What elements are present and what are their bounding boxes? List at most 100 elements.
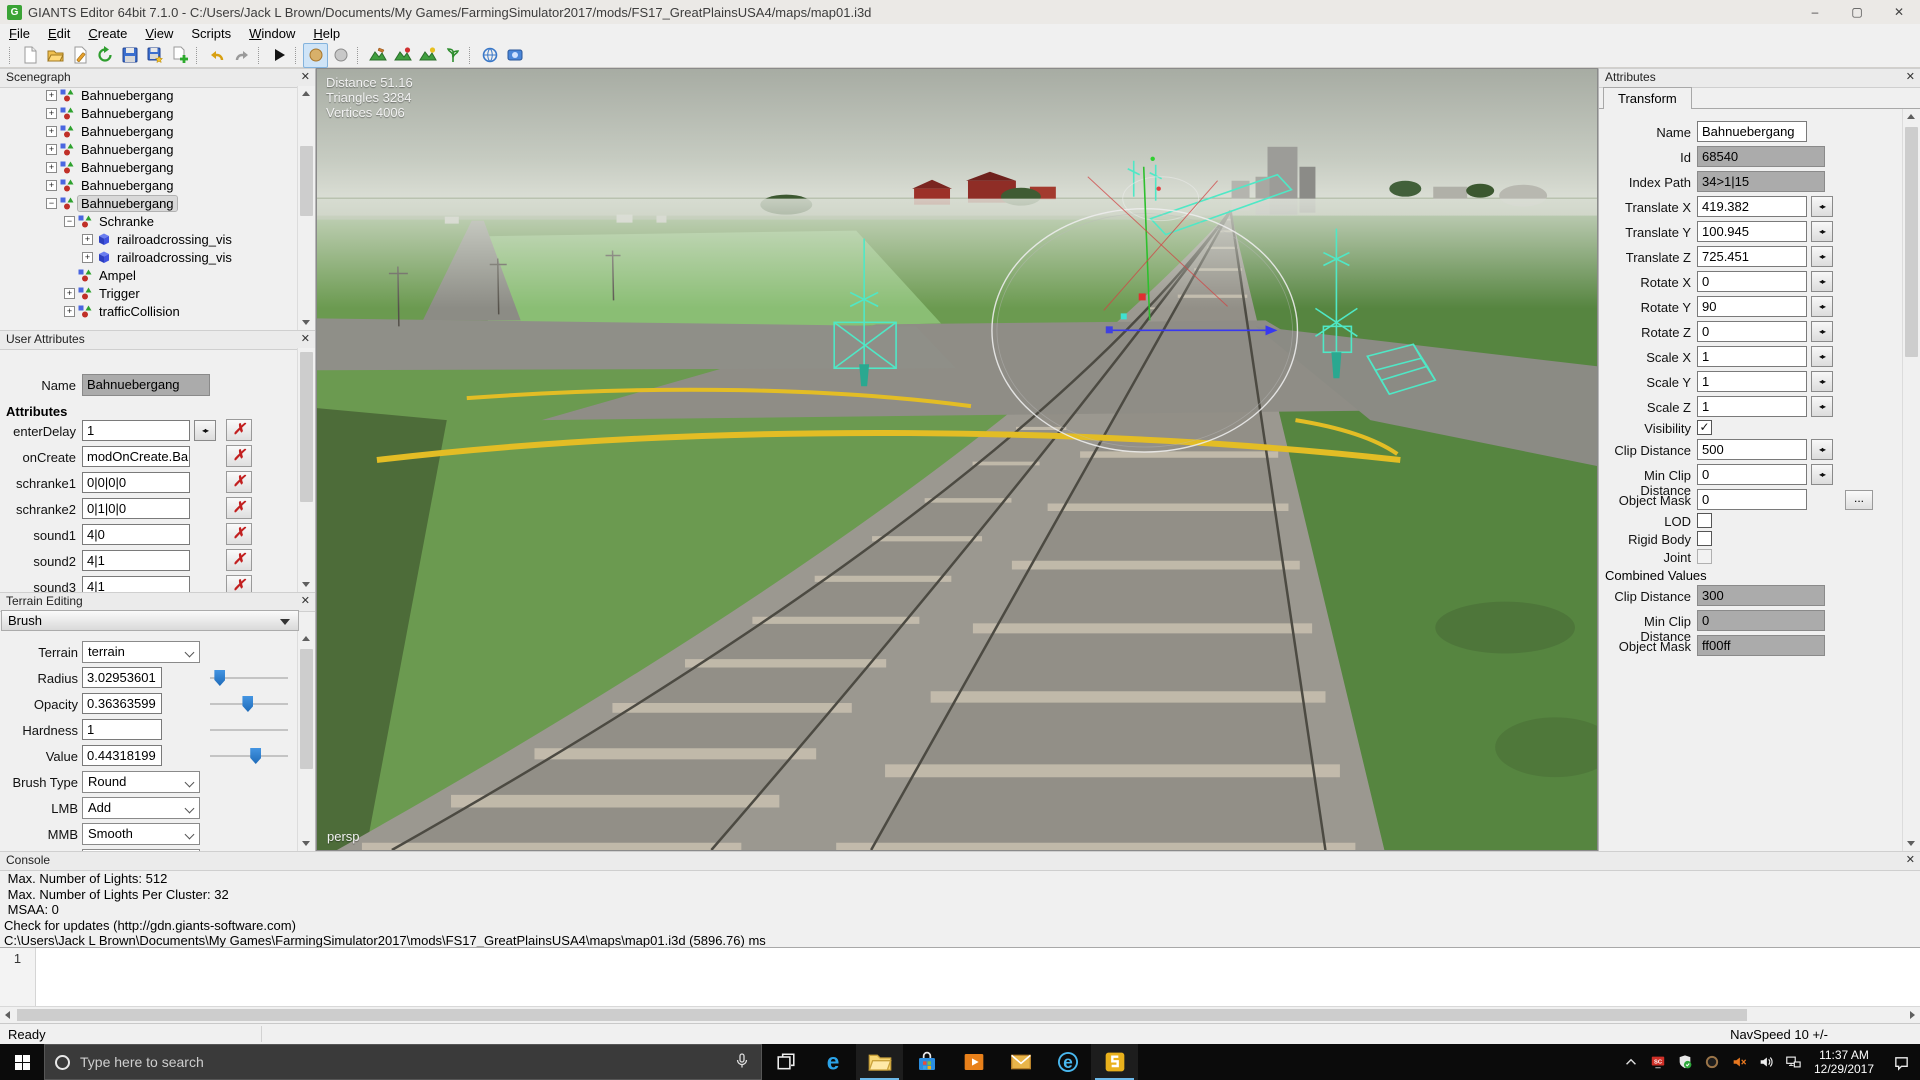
scenegraph-node-schranke[interactable]: −Schranke xyxy=(0,212,298,230)
attr-field-onCreate[interactable]: modOnCreate.Bahr xyxy=(82,446,190,467)
scenegraph-scrollbar[interactable] xyxy=(297,86,315,330)
field-name[interactable]: Bahnuebergang xyxy=(1697,121,1807,142)
settings-globe-button[interactable] xyxy=(477,43,502,68)
new-file-button[interactable] xyxy=(17,43,42,68)
input-hardness[interactable]: 1 xyxy=(82,719,162,740)
delete-attribute-button[interactable]: ✗ xyxy=(226,523,252,545)
maximize-button[interactable]: ▢ xyxy=(1836,0,1878,24)
delete-attribute-button[interactable]: ✗ xyxy=(226,549,252,571)
redo-button[interactable] xyxy=(229,43,254,68)
select-mmb[interactable]: Smooth xyxy=(82,823,200,845)
checkbox-joint[interactable] xyxy=(1697,549,1712,564)
expand-plus-icon[interactable]: + xyxy=(46,90,57,101)
menu-create[interactable]: Create xyxy=(79,24,136,43)
field-translate-y[interactable]: 100.945 xyxy=(1697,221,1807,242)
edit-script-button[interactable] xyxy=(67,43,92,68)
spinner-scale-z[interactable]: ◂▸ xyxy=(1811,396,1833,417)
tab-transform[interactable]: Transform xyxy=(1603,87,1692,109)
tray-network[interactable] xyxy=(1779,1054,1806,1070)
close-icon[interactable]: ✕ xyxy=(301,332,310,345)
delete-attribute-button[interactable]: ✗ xyxy=(226,497,252,519)
scenegraph-node-railroadcrossing_vis[interactable]: +railroadcrossing_vis xyxy=(0,248,298,266)
scenegraph-node-trafficcollision[interactable]: +trafficCollision xyxy=(0,302,298,320)
action-center-button[interactable] xyxy=(1882,1054,1920,1071)
field-rotate-y[interactable]: 90 xyxy=(1697,296,1807,317)
close-icon[interactable]: ✕ xyxy=(1906,70,1915,83)
tray-defender-shield[interactable] xyxy=(1671,1054,1698,1070)
console-hscrollbar[interactable] xyxy=(0,1006,1920,1023)
spinner-translate-y[interactable]: ◂▸ xyxy=(1811,221,1833,242)
terrain-scrollbar[interactable] xyxy=(297,631,315,851)
spinner-clip-distance[interactable]: ◂▸ xyxy=(1811,439,1833,460)
field-clip-distance[interactable]: 500 xyxy=(1697,439,1807,460)
field-scale-z[interactable]: 1 xyxy=(1697,396,1807,417)
scenegraph-node-ampel[interactable]: Ampel xyxy=(0,266,298,284)
tray-volume[interactable] xyxy=(1752,1054,1779,1070)
checkbox-lod[interactable] xyxy=(1697,513,1712,528)
attr-field-schranke1[interactable]: 0|0|0|0 xyxy=(82,472,190,493)
terrain-detail-button[interactable] xyxy=(440,43,465,68)
field-min-clip-distance[interactable]: 0 xyxy=(1697,464,1807,485)
open-file-button[interactable] xyxy=(42,43,67,68)
terrain-foliage-button[interactable] xyxy=(415,43,440,68)
delete-attribute-button[interactable]: ✗ xyxy=(226,575,252,592)
tray-muted-speaker[interactable] xyxy=(1725,1054,1752,1070)
attr-field-enterDelay[interactable]: 1 xyxy=(82,420,190,441)
spinner-scale-y[interactable]: ◂▸ xyxy=(1811,371,1833,392)
menu-file[interactable]: File xyxy=(0,24,39,43)
import-button[interactable] xyxy=(167,43,192,68)
close-icon[interactable]: ✕ xyxy=(301,594,310,607)
terrain-paint-button[interactable] xyxy=(390,43,415,68)
field-rotate-x[interactable]: 0 xyxy=(1697,271,1807,292)
expand-plus-icon[interactable]: + xyxy=(64,288,75,299)
expand-plus-icon[interactable]: + xyxy=(46,108,57,119)
play-button[interactable] xyxy=(266,43,291,68)
checkbox-visibility[interactable]: ✓ xyxy=(1697,420,1712,435)
minimize-button[interactable]: – xyxy=(1794,0,1836,24)
spinner-scale-x[interactable]: ◂▸ xyxy=(1811,346,1833,367)
tray-clock[interactable]: 11:37 AM12/29/2017 xyxy=(1806,1048,1882,1076)
taskbar-app-films-tv[interactable] xyxy=(950,1044,997,1080)
delete-attribute-button[interactable]: ✗ xyxy=(226,419,252,441)
scenegraph-node-bahnuebergang[interactable]: +Bahnuebergang xyxy=(0,176,298,194)
user-attributes-scrollbar[interactable] xyxy=(297,348,315,592)
undo-button[interactable] xyxy=(204,43,229,68)
start-button[interactable] xyxy=(0,1044,44,1080)
expand-plus-icon[interactable]: + xyxy=(46,144,57,155)
field-translate-x[interactable]: 419.382 xyxy=(1697,196,1807,217)
field-scale-y[interactable]: 1 xyxy=(1697,371,1807,392)
scenegraph-node-railroadcrossing_vis[interactable]: +railroadcrossing_vis xyxy=(0,230,298,248)
attributes-scrollbar[interactable] xyxy=(1902,109,1920,851)
scenegraph-node-bahnuebergang[interactable]: +Bahnuebergang xyxy=(0,158,298,176)
menu-help[interactable]: Help xyxy=(304,24,349,43)
slider-radius[interactable] xyxy=(210,677,288,679)
tray-ring[interactable] xyxy=(1698,1054,1725,1070)
expand-plus-icon[interactable]: + xyxy=(64,306,75,317)
field-scale-x[interactable]: 1 xyxy=(1697,346,1807,367)
select-terrain[interactable]: terrain xyxy=(82,641,200,663)
scroll-down-icon[interactable] xyxy=(302,582,310,587)
taskbar-app-edge[interactable]: e xyxy=(809,1044,856,1080)
field-rotate-z[interactable]: 0 xyxy=(1697,321,1807,342)
taskbar-app-giants-editor[interactable] xyxy=(1091,1044,1138,1080)
slider-opacity[interactable] xyxy=(210,703,288,705)
close-icon[interactable]: ✕ xyxy=(301,70,310,83)
taskbar-app-internet-explorer[interactable]: e xyxy=(1044,1044,1091,1080)
collapse-minus-icon[interactable]: − xyxy=(64,216,75,227)
viewport-3d[interactable]: Distance 51.16 Triangles 3284 Vertices 4… xyxy=(316,68,1598,851)
expand-plus-icon[interactable]: + xyxy=(46,180,57,191)
scroll-up-icon[interactable] xyxy=(302,636,310,641)
attr-field-schranke2[interactable]: 0|1|0|0 xyxy=(82,498,190,519)
taskbar-app-mail[interactable] xyxy=(997,1044,1044,1080)
input-opacity[interactable]: 0.36363599 xyxy=(82,693,162,714)
input-value[interactable]: 0.44318199 xyxy=(82,745,162,766)
spinner-enterDelay[interactable]: ◂▸ xyxy=(194,420,216,441)
script-input-area[interactable]: 1 xyxy=(0,947,1920,1006)
close-button[interactable]: ✕ xyxy=(1878,0,1920,24)
scenegraph-node-bahnuebergang[interactable]: +Bahnuebergang xyxy=(0,104,298,122)
render-button[interactable] xyxy=(502,43,527,68)
scenegraph-node-bahnuebergang[interactable]: +Bahnuebergang xyxy=(0,140,298,158)
scenegraph-node-bahnuebergang[interactable]: −Bahnuebergang xyxy=(0,194,298,212)
microphone-icon[interactable] xyxy=(733,1052,751,1073)
expand-plus-icon[interactable]: + xyxy=(46,126,57,137)
